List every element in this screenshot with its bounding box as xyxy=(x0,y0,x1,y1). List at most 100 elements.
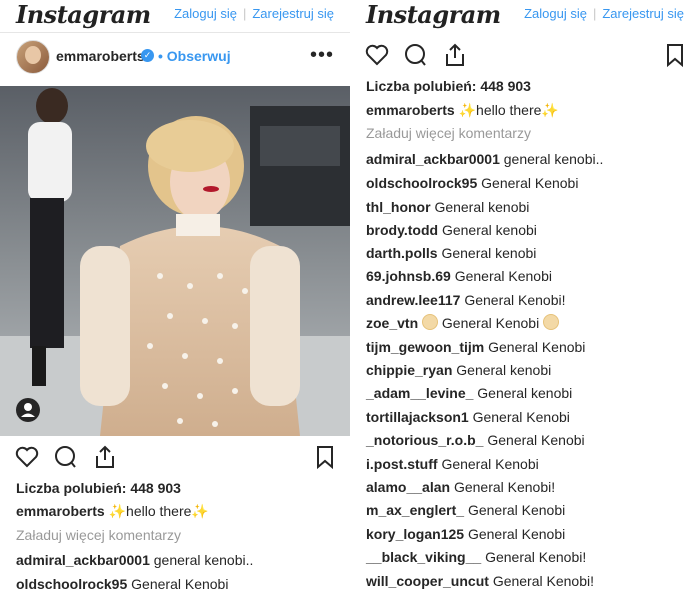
register-link[interactable]: Zarejestruj się xyxy=(602,6,684,21)
emoji-icon xyxy=(422,314,439,330)
comment-item: brody.todd General kenobi xyxy=(366,221,537,239)
post-header: emmaroberts ✓ • Obserwuj ••• xyxy=(0,38,350,74)
auth-links: Zaloguj się | Zarejestruj się xyxy=(174,6,334,21)
comment-item: i.post.stuff General Kenobi xyxy=(366,455,539,473)
comment-item: thl_honor General kenobi xyxy=(366,198,529,216)
comment-username[interactable]: thl_honor xyxy=(366,199,431,215)
sparkle-icon: ✨ xyxy=(108,503,127,519)
comment-item: darth.polls General kenobi xyxy=(366,244,536,262)
post-actions xyxy=(350,42,700,68)
verified-icon: ✓ xyxy=(141,49,154,62)
comment-text: General kenobi xyxy=(441,245,537,261)
load-more-comments[interactable]: Załaduj więcej komentarzy xyxy=(366,125,531,141)
comment-text: General Kenobi! xyxy=(485,549,587,565)
comment-item: kory_logan125 General Kenobi xyxy=(366,525,565,543)
comment-text: General Kenobi xyxy=(441,456,539,472)
comment-username[interactable]: will_cooper_uncut xyxy=(366,573,489,589)
comment-username[interactable]: oldschoolrock95 xyxy=(366,175,477,191)
comment-username[interactable]: i.post.stuff xyxy=(366,456,438,472)
heart-icon[interactable] xyxy=(364,42,390,68)
comment-item: __black_viking__ General Kenobi! xyxy=(366,548,586,566)
comment-text: General Kenobi xyxy=(441,315,540,331)
comment-icon[interactable] xyxy=(52,444,78,470)
comment-username[interactable]: _notorious_r.o.b_ xyxy=(366,432,483,448)
comment-text: General Kenobi xyxy=(487,432,585,448)
bookmark-icon[interactable] xyxy=(662,42,688,68)
sparkle-icon: ✨ xyxy=(191,503,209,519)
left-post-panel: Instagram Zaloguj się | Zarejestruj się em… xyxy=(0,0,350,611)
comment-item: chippie_ryan General kenobi xyxy=(366,361,551,379)
comment-icon[interactable] xyxy=(402,42,428,68)
comment-username[interactable]: admiral_ackbar0001 xyxy=(16,552,150,568)
header-divider xyxy=(0,32,350,33)
comment-username[interactable]: tortillajackson1 xyxy=(366,409,469,425)
comment-username[interactable]: darth.polls xyxy=(366,245,438,261)
comment-text: General Kenobi xyxy=(467,526,566,542)
avatar[interactable] xyxy=(16,40,50,74)
auth-separator: | xyxy=(242,6,247,21)
comment-item: zoe_vtn General Kenobi xyxy=(366,314,560,332)
follow-button[interactable]: • Obserwuj xyxy=(158,48,231,64)
likes-count[interactable]: Liczba polubień: 448 903 xyxy=(366,78,531,94)
caption-text: hello there xyxy=(126,503,192,519)
comment-username[interactable]: chippie_ryan xyxy=(366,362,452,378)
comment-username[interactable]: m_ax_englert_ xyxy=(366,502,464,518)
comment-username[interactable]: 69.johnsb.69 xyxy=(366,268,451,284)
comment-username[interactable]: kory_logan125 xyxy=(366,526,464,542)
comment-username[interactable]: __black_viking__ xyxy=(366,549,481,565)
comment-text: General Kenobi! xyxy=(464,292,566,308)
auth-links: Zaloguj się | Zarejestruj się xyxy=(524,6,684,21)
top-bar: Instagram Zaloguj się | Zarejestruj się xyxy=(0,0,350,30)
comment-username[interactable]: brody.todd xyxy=(366,222,438,238)
comment-item: admiral_ackbar0001 general kenobi.. xyxy=(366,150,603,168)
comment-username[interactable]: admiral_ackbar0001 xyxy=(366,151,500,167)
comment-text: General Kenobi xyxy=(481,175,579,191)
instagram-logo[interactable]: Instagram xyxy=(16,0,151,29)
comment-item: oldschoolrock95 General Kenobi xyxy=(16,575,228,593)
comment-item: admiral_ackbar0001 general kenobi.. xyxy=(16,551,253,569)
caption-username[interactable]: emmaroberts xyxy=(366,102,455,118)
comment-item: will_cooper_uncut General Kenobi! xyxy=(366,572,594,590)
heart-icon[interactable] xyxy=(14,444,40,470)
comment-username[interactable]: andrew.lee117 xyxy=(366,292,460,308)
comment-item: alamo__alan General Kenobi! xyxy=(366,478,555,496)
instagram-logo[interactable]: Instagram xyxy=(366,0,501,29)
emoji-icon xyxy=(543,314,560,330)
comment-item: _notorious_r.o.b_ General Kenobi xyxy=(366,431,585,449)
sparkle-icon: ✨ xyxy=(541,102,559,118)
auth-separator: | xyxy=(592,6,597,21)
comment-username[interactable]: tijm_gewoon_tijm xyxy=(366,339,484,355)
comment-username[interactable]: zoe_vtn xyxy=(366,315,418,331)
comment-text: General Kenobi xyxy=(131,576,229,592)
comment-text: General Kenobi! xyxy=(492,573,594,589)
person-tag-icon[interactable] xyxy=(16,398,40,422)
likes-count[interactable]: Liczba polubień: 448 903 xyxy=(16,480,181,496)
comment-text: General kenobi xyxy=(456,362,552,378)
register-link[interactable]: Zarejestruj się xyxy=(252,6,334,21)
caption-username[interactable]: emmaroberts xyxy=(16,503,105,519)
post-photo[interactable] xyxy=(0,86,350,436)
caption-text: hello there xyxy=(476,102,542,118)
comment-text: general kenobi.. xyxy=(503,151,604,167)
comment-username[interactable]: _adam__levine_ xyxy=(366,385,473,401)
comment-username[interactable]: alamo__alan xyxy=(366,479,450,495)
comment-username[interactable]: oldschoolrock95 xyxy=(16,576,127,592)
login-link[interactable]: Zaloguj się xyxy=(524,6,587,21)
post-caption: emmaroberts ✨hello there✨ xyxy=(366,102,559,119)
share-icon[interactable] xyxy=(92,444,118,470)
bookmark-icon[interactable] xyxy=(312,444,338,470)
comment-item: 69.johnsb.69 General Kenobi xyxy=(366,267,552,285)
top-bar: Instagram Zaloguj się | Zarejestruj się xyxy=(350,0,700,30)
load-more-comments[interactable]: Załaduj więcej komentarzy xyxy=(16,527,181,543)
more-options-icon[interactable]: ••• xyxy=(310,44,334,67)
comment-item: tijm_gewoon_tijm General Kenobi xyxy=(366,338,585,356)
comment-item: m_ax_englert_ General Kenobi xyxy=(366,501,565,519)
share-icon[interactable] xyxy=(442,42,468,68)
comment-text: General Kenobi xyxy=(472,409,570,425)
post-actions xyxy=(0,444,350,470)
sparkle-icon: ✨ xyxy=(458,102,477,118)
login-link[interactable]: Zaloguj się xyxy=(174,6,237,21)
post-username[interactable]: emmaroberts xyxy=(56,48,145,64)
comment-item: tortillajackson1 General Kenobi xyxy=(366,408,570,426)
comment-text: General Kenobi! xyxy=(453,479,556,495)
